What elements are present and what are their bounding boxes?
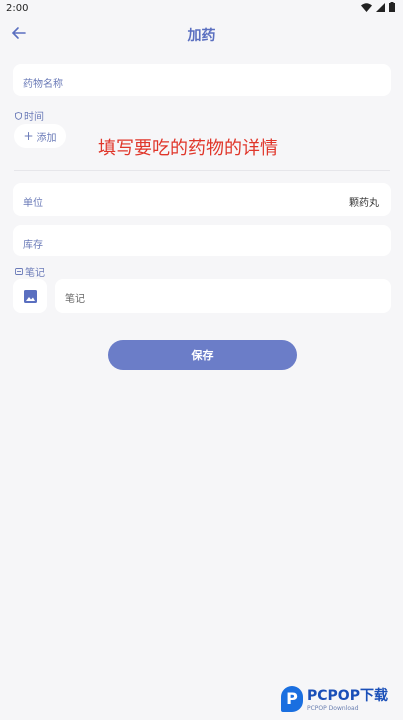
signal-icon [376,2,385,12]
shield-icon [15,111,22,120]
notes-label: 笔记 [25,268,45,279]
page-title: 加药 [187,28,216,44]
add-time-button[interactable]: + 添加 [14,124,66,148]
watermark-sub: PCPOP Download [307,705,359,712]
app-bar: 加药 [0,18,403,48]
image-icon [23,289,37,303]
notes-input[interactable]: 笔记 [55,279,391,313]
stock-input[interactable]: 库存 [13,225,391,256]
add-image-button[interactable] [13,279,47,313]
plus-icon: + [23,129,34,143]
time-section-label: 时间 [15,108,44,123]
notes-placeholder: 笔记 [65,294,85,305]
stock-label: 库存 [23,240,43,251]
annotation-text: 填写要吃的药物的详情 [98,138,278,159]
save-button[interactable]: 保存 [108,340,297,370]
unit-label: 单位 [23,198,43,209]
medicine-name-input[interactable]: 药物名称 [13,64,391,96]
status-time: 2:00 [6,3,29,14]
status-bar: 2:00 [0,0,403,18]
wifi-icon [361,2,372,12]
battery-icon [389,2,395,12]
watermark: P PCPOP下载 PCPOP Download [281,685,388,712]
divider [14,170,390,171]
add-label: 添加 [36,132,57,144]
notes-section-label: 笔记 [15,264,45,279]
medicine-name-placeholder: 药物名称 [23,79,63,90]
notes-icon [15,268,23,275]
pcpop-logo-icon: P [281,685,303,712]
watermark-brand: PCPOP下载 [307,688,388,704]
unit-selector[interactable]: 单位 颗药丸 [13,183,391,216]
time-label: 时间 [24,112,44,123]
unit-value: 颗药丸 [349,198,379,209]
